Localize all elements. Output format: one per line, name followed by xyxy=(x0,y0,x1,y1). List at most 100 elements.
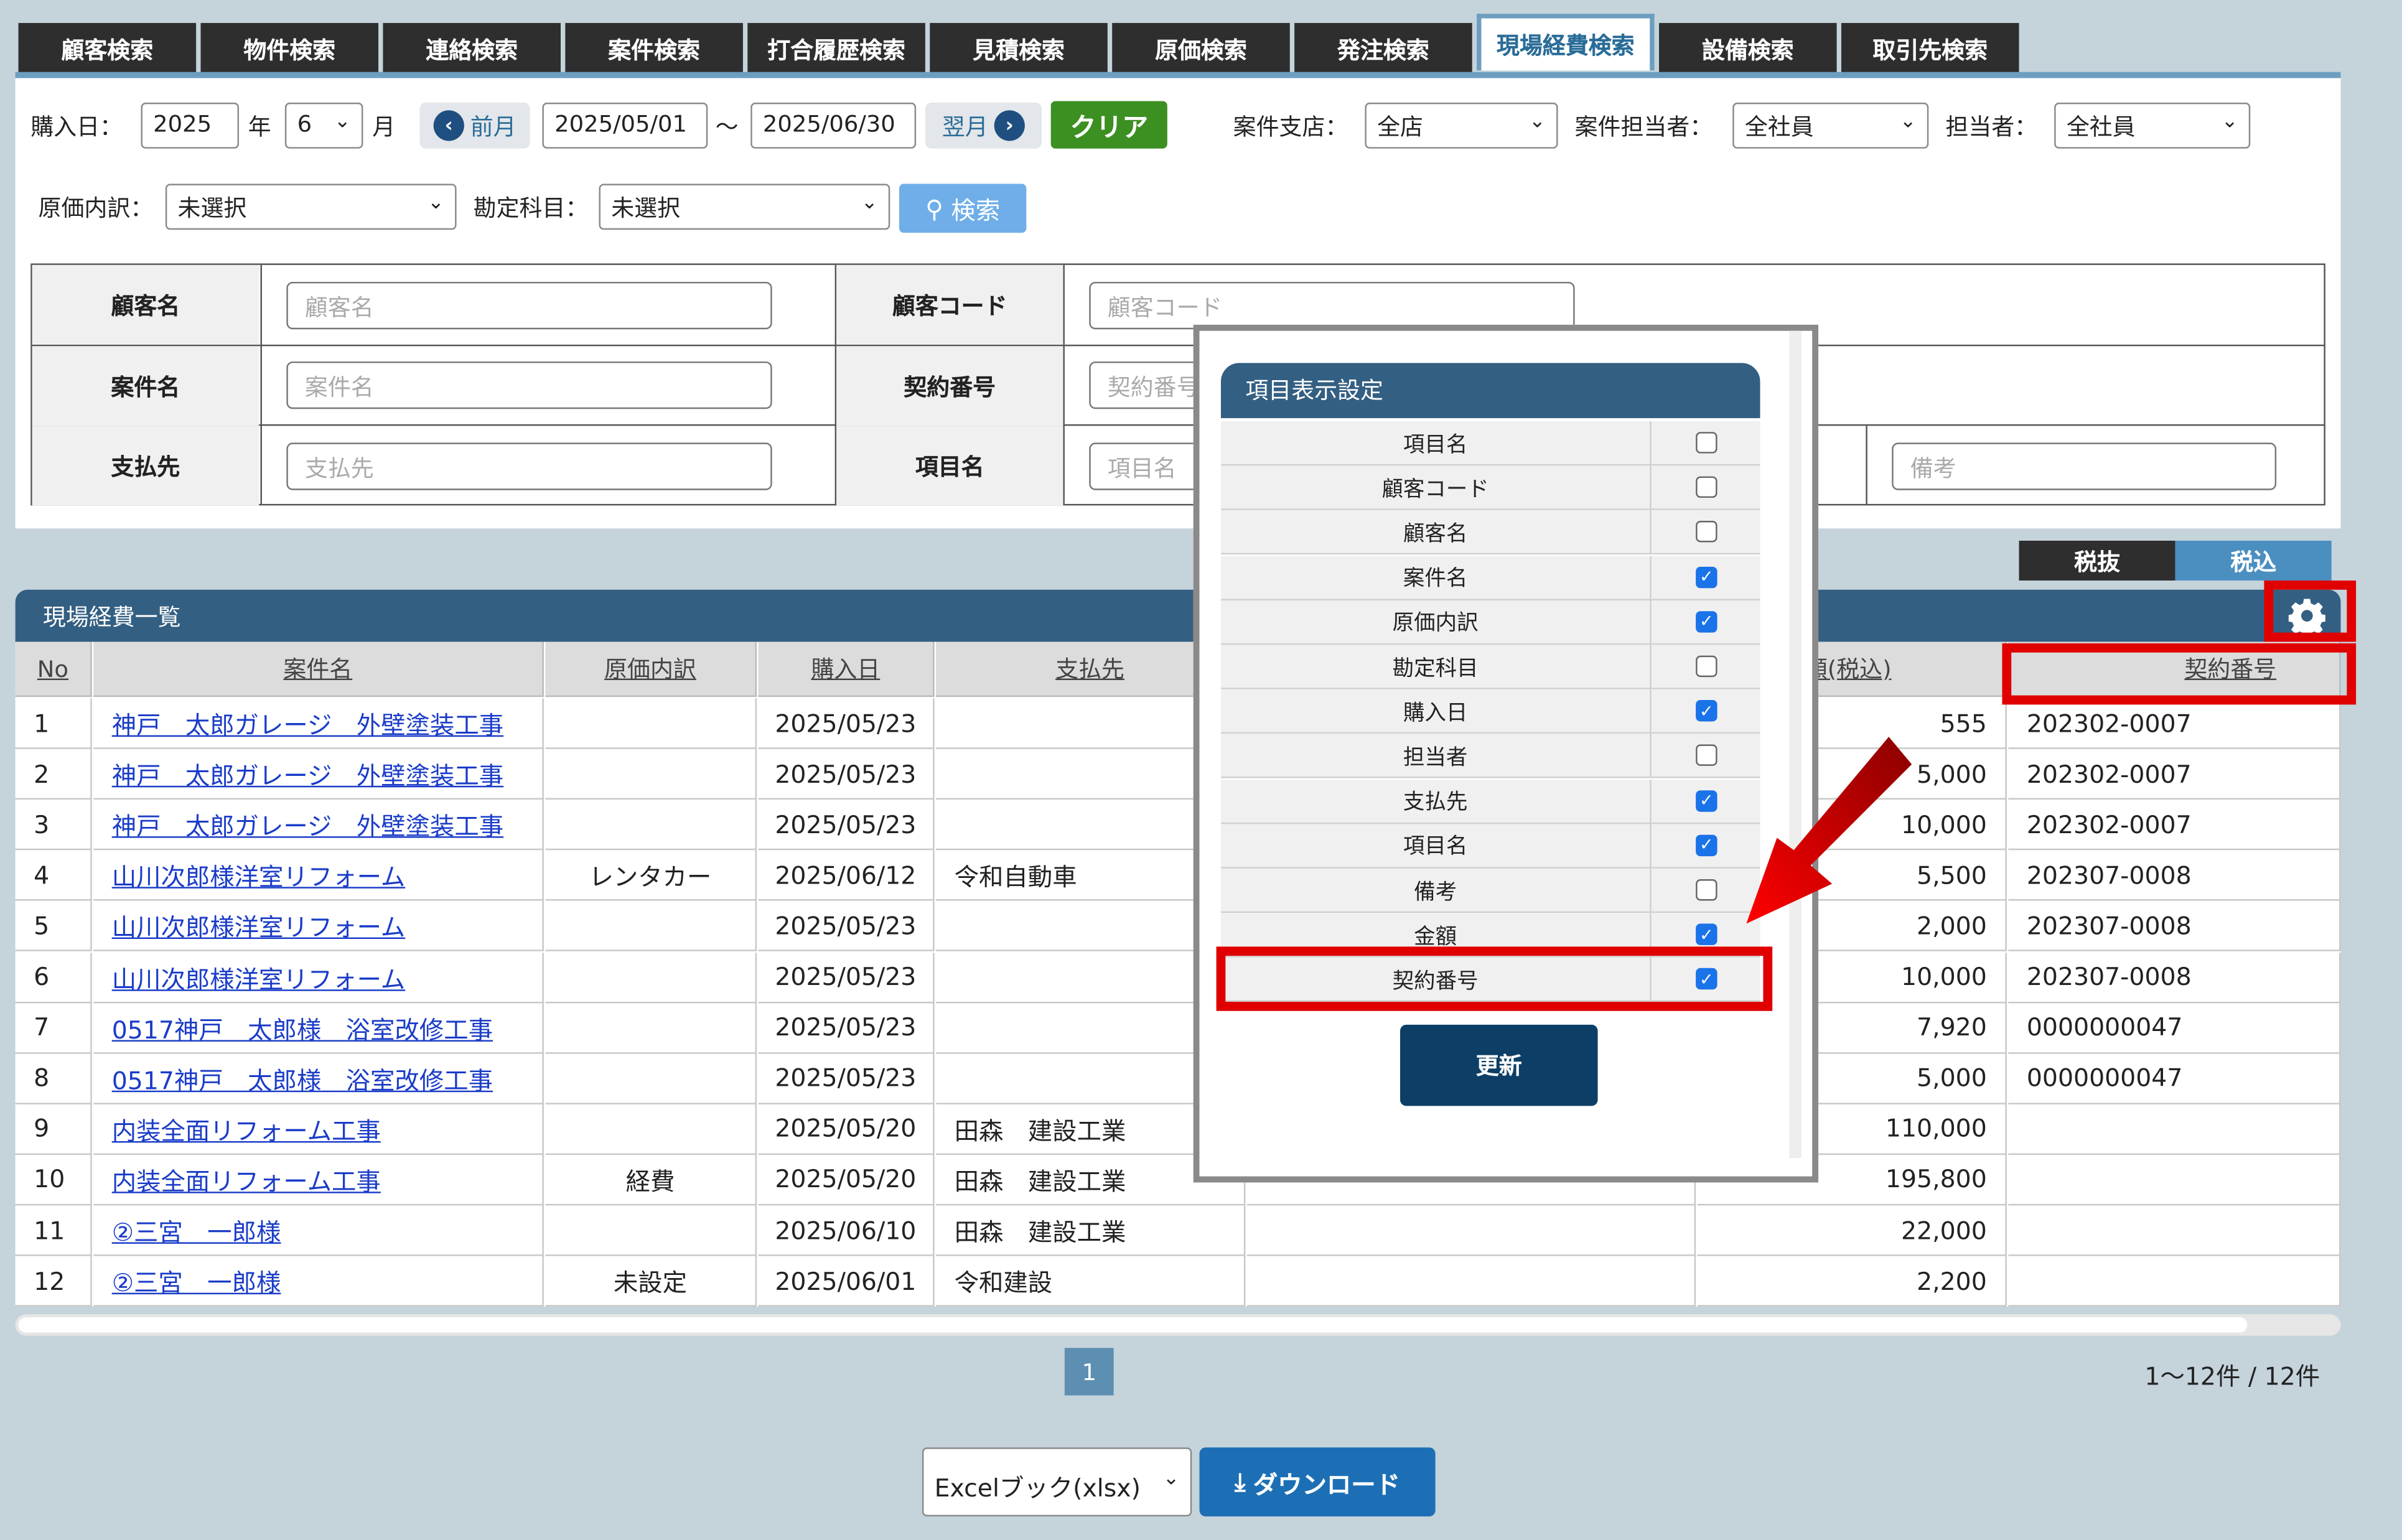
cell-no: 12 xyxy=(15,1256,92,1307)
case-name-header: 案件名 xyxy=(32,346,259,426)
tab-meeting-history-search[interactable]: 打合履歴検索 xyxy=(747,22,925,75)
grid-line xyxy=(1063,264,1065,504)
column-option-checkbox[interactable] xyxy=(1696,745,1717,767)
tab-equipment-search[interactable]: 設備検索 xyxy=(1659,22,1837,75)
column-option-checkbox[interactable] xyxy=(1696,477,1717,498)
cell-case[interactable]: 山川次郎様洋室リフォーム xyxy=(93,901,544,952)
chevron-down-icon: ⌄ xyxy=(1899,110,1917,134)
cell-contract: 202307-0008 xyxy=(2008,901,2341,952)
cell-case[interactable]: 神戸 太郎ガレージ 外壁塗装工事 xyxy=(93,698,544,749)
case-link[interactable]: 神戸 太郎ガレージ 外壁塗装工事 xyxy=(112,704,503,741)
cell-case[interactable]: 神戸 太郎ガレージ 外壁塗装工事 xyxy=(93,749,544,800)
month-select[interactable]: 6 ⌄ xyxy=(284,102,363,149)
column-option-checkbox[interactable] xyxy=(1696,879,1717,901)
column-option-checkbox[interactable] xyxy=(1696,521,1717,543)
cell-cost xyxy=(545,1104,757,1155)
chevron-down-icon: ⌄ xyxy=(1162,1467,1180,1491)
column-option-checkbox[interactable]: ✓ xyxy=(1696,923,1717,946)
tab-vendor-search[interactable]: 取引先検索 xyxy=(1841,22,2019,75)
cell-case[interactable]: 0517神戸 太郎様 浴室改修工事 xyxy=(93,1002,544,1053)
cell-date: 2025/05/23 xyxy=(758,901,935,952)
cell-cost xyxy=(545,698,757,749)
note-input[interactable]: 備考 xyxy=(1892,442,2277,490)
search-button[interactable]: ⚲ 検索 xyxy=(899,184,1027,233)
column-option-row: 購入日 ✓ xyxy=(1220,689,1760,734)
case-name-input[interactable]: 案件名 xyxy=(286,361,772,409)
column-option-checkbox[interactable]: ✓ xyxy=(1696,790,1717,811)
download-button[interactable]: ⤓ ダウンロード xyxy=(1199,1447,1436,1517)
case-link[interactable]: 神戸 太郎ガレージ 外壁塗装工事 xyxy=(112,755,503,792)
prev-month-button[interactable]: ‹ 前月 xyxy=(419,102,530,149)
year-input[interactable]: 2025 xyxy=(141,102,240,149)
tab-property-search[interactable]: 物件検索 xyxy=(200,22,379,75)
branch-label: 案件支店： xyxy=(1233,113,1348,141)
column-option-label: 購入日 xyxy=(1221,689,1652,734)
case-link[interactable]: 山川次郎様洋室リフォーム xyxy=(112,907,405,944)
column-option-checkbox[interactable]: ✓ xyxy=(1696,834,1717,856)
col-header-cost-breakdown[interactable]: 原価内訳 xyxy=(545,642,757,698)
case-link[interactable]: 内装全面リフォーム工事 xyxy=(112,1110,381,1147)
cell-case[interactable]: 神戸 太郎ガレージ 外壁塗装工事 xyxy=(93,800,544,851)
scrollbar-thumb[interactable] xyxy=(18,1317,2248,1333)
range-tilde: ～ xyxy=(715,113,739,141)
tab-order-search[interactable]: 発注検索 xyxy=(1294,22,1472,75)
case-staff-select[interactable]: 全社員 ⌄ xyxy=(1732,102,1929,149)
cell-case[interactable]: ②三宮 一郎様 xyxy=(93,1256,544,1307)
case-link[interactable]: ②三宮 一郎様 xyxy=(112,1211,281,1248)
tab-contact-search[interactable]: 連絡検索 xyxy=(383,22,561,75)
date-to-input[interactable]: 2025/06/30 xyxy=(750,102,917,149)
tax-excluded-toggle[interactable]: 税抜 xyxy=(2019,540,2175,581)
cell-item xyxy=(1246,1256,1696,1307)
cell-case[interactable]: 山川次郎様洋室リフォーム xyxy=(93,850,544,902)
case-link[interactable]: ②三宮 一郎様 xyxy=(112,1262,281,1299)
branch-select[interactable]: 全店 ⌄ xyxy=(1365,102,1558,149)
col-header-no[interactable]: No xyxy=(15,642,92,698)
cell-case[interactable]: 0517神戸 太郎様 浴室改修工事 xyxy=(93,1053,544,1104)
tab-estimate-search[interactable]: 見積検索 xyxy=(930,22,1108,75)
tab-site-expense-search[interactable]: 現場経費検索 xyxy=(1477,14,1655,71)
grid-line xyxy=(32,424,2324,426)
customer-name-input[interactable]: 顧客名 xyxy=(286,281,772,330)
page-1-button[interactable]: 1 xyxy=(1064,1348,1114,1396)
export-format-select[interactable]: Excelブック(xlsx) ⌄ xyxy=(922,1447,1192,1517)
cell-date: 2025/05/23 xyxy=(758,1002,935,1053)
payee-input[interactable]: 支払先 xyxy=(286,442,772,490)
tab-bar: 顧客検索 物件検索 連絡検索 案件検索 打合履歴検索 見積検索 原価検索 発注検… xyxy=(18,14,2024,75)
date-from-input[interactable]: 2025/05/01 xyxy=(542,102,708,149)
column-option-checkbox[interactable] xyxy=(1696,432,1717,454)
column-option-checkbox[interactable]: ✓ xyxy=(1696,700,1717,722)
cost-breakdown-select[interactable]: 未選択 ⌄ xyxy=(165,184,457,230)
cell-case[interactable]: 内装全面リフォーム工事 xyxy=(93,1104,544,1155)
tab-customer-search[interactable]: 顧客検索 xyxy=(18,22,197,75)
download-button-label: ダウンロード xyxy=(1253,1470,1401,1499)
col-header-purchase-date[interactable]: 購入日 xyxy=(758,642,935,698)
column-option-checkbox[interactable]: ✓ xyxy=(1696,566,1717,588)
column-option-checkbox[interactable]: ✓ xyxy=(1696,610,1717,633)
clear-button[interactable]: クリア xyxy=(1050,101,1167,149)
tax-included-toggle[interactable]: 税込 xyxy=(2175,540,2332,581)
cell-case[interactable]: 内装全面リフォーム工事 xyxy=(93,1154,544,1206)
cell-no: 7 xyxy=(15,1002,92,1053)
case-link[interactable]: 山川次郎様洋室リフォーム xyxy=(112,958,405,995)
next-month-button[interactable]: 翌月 › xyxy=(925,102,1042,149)
customer-code-input[interactable]: 顧客コード xyxy=(1089,281,1575,330)
case-link[interactable]: 内装全面リフォーム工事 xyxy=(112,1161,381,1198)
case-link[interactable]: 神戸 太郎ガレージ 外壁塗装工事 xyxy=(112,806,503,842)
tab-cost-search[interactable]: 原価検索 xyxy=(1112,22,1290,75)
case-link[interactable]: 山川次郎様洋室リフォーム xyxy=(112,857,405,894)
account-select[interactable]: 未選択 ⌄ xyxy=(599,184,890,230)
cell-case[interactable]: ②三宮 一郎様 xyxy=(93,1205,544,1256)
cell-date: 2025/05/23 xyxy=(758,749,935,800)
column-option-checkbox[interactable] xyxy=(1696,655,1717,678)
column-option-label: 案件名 xyxy=(1221,555,1652,600)
col-header-case-name[interactable]: 案件名 xyxy=(93,642,544,698)
staff-select[interactable]: 全社員 ⌄ xyxy=(2054,102,2251,149)
case-link[interactable]: 0517神戸 太郎様 浴室改修工事 xyxy=(112,1060,493,1096)
cell-case[interactable]: 山川次郎様洋室リフォーム xyxy=(93,951,544,1003)
year-unit: 年 xyxy=(248,113,271,141)
tab-case-search[interactable]: 案件検索 xyxy=(565,22,743,75)
update-button[interactable]: 更新 xyxy=(1400,1024,1598,1106)
case-link[interactable]: 0517神戸 太郎様 浴室改修工事 xyxy=(112,1009,493,1045)
horizontal-scrollbar[interactable] xyxy=(15,1314,2341,1336)
cell-date: 2025/05/23 xyxy=(758,800,935,851)
